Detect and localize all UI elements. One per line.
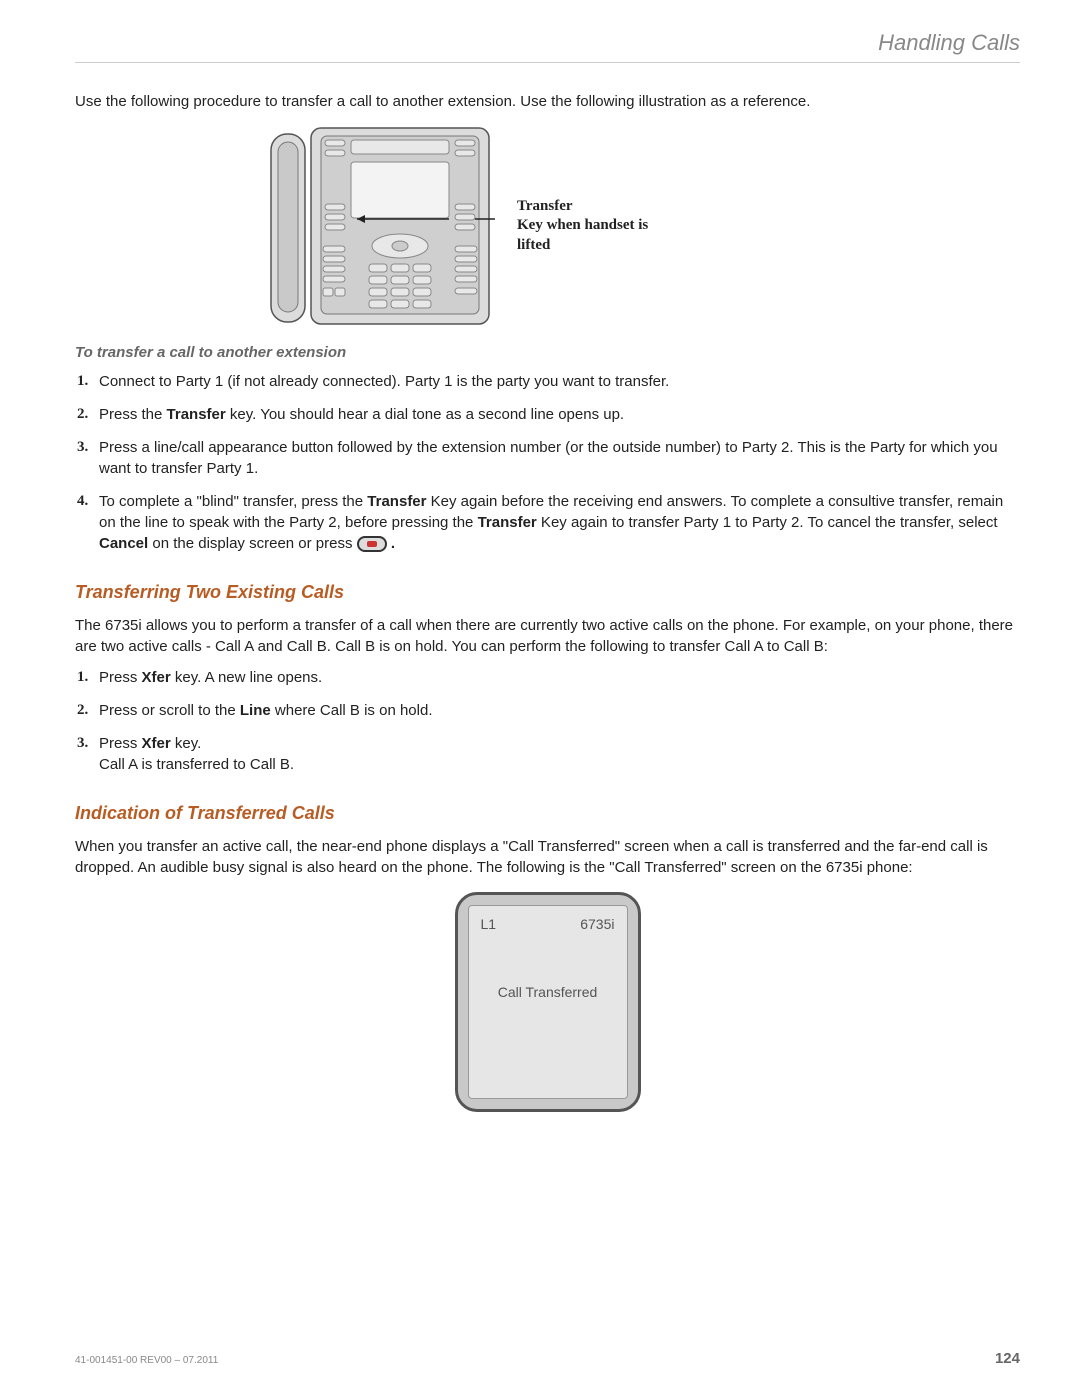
step-2-c: key. You should hear a dial tone as a se… (226, 406, 624, 423)
step-4-e: Key again to transfer Party 1 to Party 2… (537, 514, 998, 531)
page-header: Handling Calls (75, 30, 1020, 63)
s2-step1-c: key. A new line opens. (171, 669, 323, 686)
s2-step2-a: Press or scroll to the (99, 702, 240, 719)
figure-callout: TransferKey when handset is lifted (517, 197, 677, 256)
step-4: To complete a "blind" transfer, press th… (99, 491, 1020, 554)
step-1: Connect to Party 1 (if not already conne… (99, 371, 1020, 392)
section-heading-indication: Indication of Transferred Calls (75, 803, 1020, 824)
step-3: Press a line/call appearance button foll… (99, 437, 1020, 479)
screen-model: 6735i (580, 916, 614, 932)
footer-page-number: 124 (995, 1350, 1020, 1367)
s2-step2-b: Line (240, 702, 271, 719)
screen-line-indicator: L1 (481, 916, 497, 932)
phone-screen-display: L1 6735i Call Transferred (468, 905, 628, 1099)
section3-para: When you transfer an active call, the ne… (75, 836, 1020, 878)
s2-step-2: Press or scroll to the Line where Call B… (99, 700, 1020, 721)
procedure-steps: Connect to Party 1 (if not already conne… (75, 371, 1020, 554)
phone-illustration (265, 126, 495, 326)
s2-step-3: Press Xfer key. Call A is transferred to… (99, 733, 1020, 775)
section-heading-two-calls: Transferring Two Existing Calls (75, 582, 1020, 603)
s2-step3-c: key. (171, 735, 202, 752)
step-4-b: Transfer (367, 493, 426, 510)
footer-docid: 41-001451-00 REV00 – 07.2011 (75, 1355, 218, 1366)
page-header-title: Handling Calls (878, 30, 1020, 55)
step-2-a: Press the (99, 406, 167, 423)
step-2: Press the Transfer key. You should hear … (99, 404, 1020, 425)
page-footer: 41-001451-00 REV00 – 07.2011 124 (75, 1350, 1020, 1367)
s2-step-1: Press Xfer key. A new line opens. (99, 667, 1020, 688)
figure-callout-text: TransferKey when handset is lifted (517, 198, 648, 253)
step-3-text: Press a line/call appearance button foll… (99, 439, 998, 477)
step-4-f: Cancel (99, 535, 148, 552)
section2-para: The 6735i allows you to perform a transf… (75, 615, 1020, 657)
s2-step3-a: Press (99, 735, 142, 752)
step-1-text: Connect to Party 1 (if not already conne… (99, 373, 669, 390)
phone-screen-bezel: L1 6735i Call Transferred (455, 892, 641, 1112)
intro-paragraph: Use the following procedure to transfer … (75, 91, 1020, 112)
s2-step2-c: where Call B is on hold. (271, 702, 433, 719)
s2-step1-b: Xfer (142, 669, 171, 686)
step-4-h: . (391, 535, 395, 552)
phone-figure: TransferKey when handset is lifted (75, 126, 1020, 326)
section2-steps: Press Xfer key. A new line opens. Press … (75, 667, 1020, 775)
step-4-d: Transfer (478, 514, 537, 531)
s2-step3-d: Call A is transferred to Call B. (99, 756, 294, 773)
step-4-g: on the display screen or press (148, 535, 356, 552)
s2-step1-a: Press (99, 669, 142, 686)
phone-screen-figure: L1 6735i Call Transferred (75, 892, 1020, 1112)
s2-step3-b: Xfer (142, 735, 171, 752)
procedure-heading: To transfer a call to another extension (75, 344, 1020, 361)
step-4-a: To complete a "blind" transfer, press th… (99, 493, 367, 510)
goodbye-key-icon (357, 536, 387, 552)
step-2-bold: Transfer (167, 406, 226, 423)
screen-message: Call Transferred (469, 984, 627, 1000)
